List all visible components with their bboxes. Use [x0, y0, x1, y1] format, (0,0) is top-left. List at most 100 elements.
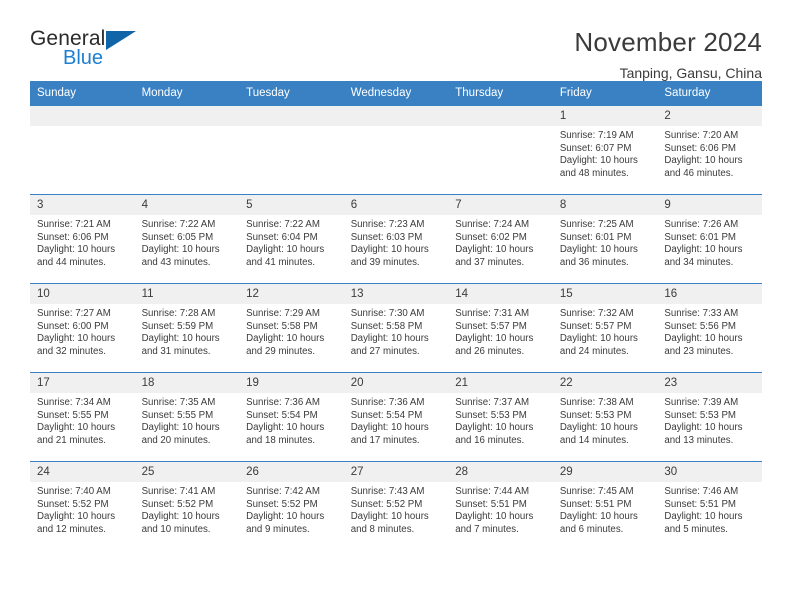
generalblue-logo[interactable]: General Blue	[30, 27, 148, 79]
calendar-day-cell[interactable]: 24 Sunrise: 7:40 AM Sunset: 5:52 PM Dayligh…	[30, 461, 135, 556]
day-number: 23	[657, 373, 762, 393]
calendar-day-cell[interactable]: 10 Sunrise: 7:27 AM Sunset: 6:00 PM Dayligh…	[30, 283, 135, 373]
day-number: 14	[448, 284, 553, 304]
page-title: November 2024	[574, 27, 762, 57]
day-cell-inner: 2 Sunrise: 7:20 AM Sunset: 6:06 PM Daylight…	[657, 106, 762, 194]
day-number: 8	[552, 195, 658, 215]
daylight-text: Daylight: 10 hours and 31 minutes.	[141, 333, 220, 357]
daylight-text: Daylight: 10 hours and 13 minutes.	[664, 422, 743, 446]
sun-times: Sunrise: 7:37 AM Sunset: 5:53 PM Daylight:…	[448, 393, 553, 447]
sunset-text: Sunset: 6:00 PM	[37, 320, 109, 332]
sun-times: Sunrise: 7:40 AM Sunset: 5:52 PM Daylight:…	[30, 482, 135, 536]
day-cell-inner: 17 Sunrise: 7:34 AM Sunset: 5:55 PM Dayligh…	[30, 373, 135, 461]
day-number: 25	[134, 462, 240, 482]
sun-times: Sunrise: 7:39 AM Sunset: 5:53 PM Daylight:…	[657, 393, 762, 447]
calendar-week-row: 1 Sunrise: 7:19 AM Sunset: 6:07 PM Daylight…	[30, 105, 762, 195]
calendar-day-cell[interactable]: 11 Sunrise: 7:28 AM Sunset: 5:59 PM Dayligh…	[134, 283, 240, 373]
calendar-day-cell[interactable]: 20 Sunrise: 7:36 AM Sunset: 5:54 PM Dayligh…	[343, 372, 449, 462]
daylight-text: Daylight: 10 hours and 46 minutes.	[664, 155, 743, 179]
sunrise-text: Sunrise: 7:44 AM	[455, 486, 530, 497]
sunrise-text: Sunrise: 7:20 AM	[664, 130, 739, 141]
calendar-day-cell[interactable]: 29 Sunrise: 7:45 AM Sunset: 5:51 PM Dayligh…	[552, 461, 658, 556]
calendar-day-cell[interactable]: 6 Sunrise: 7:23 AM Sunset: 6:03 PM Daylight…	[343, 194, 449, 284]
weekday-header-saturday: Saturday	[657, 81, 762, 106]
day-cell-inner: 22 Sunrise: 7:38 AM Sunset: 5:53 PM Dayligh…	[552, 373, 658, 461]
calendar-day-cell[interactable]: 12 Sunrise: 7:29 AM Sunset: 5:58 PM Dayligh…	[239, 283, 344, 373]
day-cell-inner	[343, 106, 449, 194]
calendar-day-cell[interactable]: 13 Sunrise: 7:30 AM Sunset: 5:58 PM Dayligh…	[343, 283, 449, 373]
sunset-text: Sunset: 5:58 PM	[246, 320, 318, 332]
sun-times: Sunrise: 7:41 AM Sunset: 5:52 PM Daylight:…	[135, 482, 240, 536]
sun-times: Sunrise: 7:42 AM Sunset: 5:52 PM Daylight:…	[239, 482, 344, 536]
day-cell-inner: 21 Sunrise: 7:37 AM Sunset: 5:53 PM Dayligh…	[448, 373, 553, 461]
logo-text-blue: Blue	[63, 47, 104, 69]
calendar-day-cell[interactable]: 22 Sunrise: 7:38 AM Sunset: 5:53 PM Dayligh…	[552, 372, 658, 462]
day-number: 9	[657, 195, 762, 215]
calendar-day-cell[interactable]: 2 Sunrise: 7:20 AM Sunset: 6:06 PM Daylight…	[657, 105, 762, 195]
sun-times: Sunrise: 7:30 AM Sunset: 5:58 PM Daylight:…	[344, 304, 449, 358]
sunset-text: Sunset: 5:52 PM	[37, 498, 109, 510]
calendar-page: General Blue November 2024 Tanping, Gans…	[0, 0, 792, 612]
sun-times: Sunrise: 7:19 AM Sunset: 6:07 PM Daylight:…	[553, 126, 658, 180]
calendar-day-cell[interactable]: 16 Sunrise: 7:33 AM Sunset: 5:56 PM Dayligh…	[657, 283, 762, 373]
sun-times: Sunrise: 7:21 AM Sunset: 6:06 PM Daylight:…	[30, 215, 135, 269]
day-number: 28	[448, 462, 553, 482]
daylight-text: Daylight: 10 hours and 18 minutes.	[246, 422, 325, 446]
calendar-day-cell[interactable]: 3 Sunrise: 7:21 AM Sunset: 6:06 PM Daylight…	[30, 194, 135, 284]
calendar-day-cell[interactable]: 23 Sunrise: 7:39 AM Sunset: 5:53 PM Dayligh…	[657, 372, 762, 462]
day-number: 3	[30, 195, 135, 215]
calendar-day-cell[interactable]: 9 Sunrise: 7:26 AM Sunset: 6:01 PM Daylight…	[657, 194, 762, 284]
sunrise-text: Sunrise: 7:42 AM	[246, 486, 320, 497]
sunset-text: Sunset: 5:53 PM	[559, 409, 632, 421]
sunrise-text: Sunrise: 7:32 AM	[559, 308, 634, 319]
sunrise-text: Sunrise: 7:34 AM	[37, 397, 111, 408]
calendar-day-cell[interactable]: 5 Sunrise: 7:22 AM Sunset: 6:04 PM Daylight…	[239, 194, 344, 284]
sunset-text: Sunset: 5:54 PM	[350, 409, 423, 421]
calendar-day-cell[interactable]: 17 Sunrise: 7:34 AM Sunset: 5:55 PM Dayligh…	[30, 372, 135, 462]
daylight-text: Daylight: 10 hours and 32 minutes.	[37, 333, 116, 357]
calendar-day-cell[interactable]: 7 Sunrise: 7:24 AM Sunset: 6:02 PM Daylight…	[448, 194, 553, 284]
day-number	[343, 106, 449, 126]
day-cell-inner: 3 Sunrise: 7:21 AM Sunset: 6:06 PM Daylight…	[30, 195, 135, 283]
daylight-text: Daylight: 10 hours and 37 minutes.	[455, 244, 534, 268]
calendar-day-cell[interactable]: 19 Sunrise: 7:36 AM Sunset: 5:54 PM Dayligh…	[239, 372, 344, 462]
calendar-day-cell[interactable]: 15 Sunrise: 7:32 AM Sunset: 5:57 PM Dayligh…	[552, 283, 658, 373]
sunrise-text: Sunrise: 7:35 AM	[141, 397, 216, 408]
daylight-text: Daylight: 10 hours and 16 minutes.	[455, 422, 534, 446]
sun-times: Sunrise: 7:34 AM Sunset: 5:55 PM Daylight:…	[30, 393, 135, 447]
calendar-day-cell[interactable]: 8 Sunrise: 7:25 AM Sunset: 6:01 PM Daylight…	[552, 194, 658, 284]
calendar-day-cell[interactable]: 30 Sunrise: 7:46 AM Sunset: 5:51 PM Dayligh…	[657, 461, 762, 556]
calendar-day-cell[interactable]: 25 Sunrise: 7:41 AM Sunset: 5:52 PM Dayligh…	[134, 461, 240, 556]
sunrise-text: Sunrise: 7:43 AM	[350, 486, 425, 497]
daylight-text: Daylight: 10 hours and 39 minutes.	[350, 244, 429, 268]
daylight-text: Daylight: 10 hours and 10 minutes.	[141, 511, 220, 535]
day-number: 17	[30, 373, 135, 393]
calendar-day-cell[interactable]: 21 Sunrise: 7:37 AM Sunset: 5:53 PM Dayligh…	[448, 372, 553, 462]
day-cell-inner: 5 Sunrise: 7:22 AM Sunset: 6:04 PM Daylight…	[239, 195, 344, 283]
daylight-text: Daylight: 10 hours and 48 minutes.	[559, 155, 638, 179]
day-cell-inner: 13 Sunrise: 7:30 AM Sunset: 5:58 PM Dayligh…	[343, 284, 449, 372]
calendar-day-cell[interactable]: 28 Sunrise: 7:44 AM Sunset: 5:51 PM Dayligh…	[448, 461, 553, 556]
calendar-day-cell[interactable]: 26 Sunrise: 7:42 AM Sunset: 5:52 PM Dayligh…	[239, 461, 344, 556]
calendar-day-cell[interactable]: 1 Sunrise: 7:19 AM Sunset: 6:07 PM Daylight…	[552, 105, 658, 195]
calendar-day-cell[interactable]: 27 Sunrise: 7:43 AM Sunset: 5:52 PM Dayligh…	[343, 461, 449, 556]
sunset-text: Sunset: 5:57 PM	[455, 320, 527, 332]
sunset-text: Sunset: 5:53 PM	[455, 409, 527, 421]
daylight-text: Daylight: 10 hours and 36 minutes.	[559, 244, 638, 268]
calendar-day-cell[interactable]: 14 Sunrise: 7:31 AM Sunset: 5:57 PM Dayligh…	[448, 283, 553, 373]
sun-times: Sunrise: 7:36 AM Sunset: 5:54 PM Daylight:…	[239, 393, 344, 447]
day-number: 11	[134, 284, 240, 304]
daylight-text: Daylight: 10 hours and 27 minutes.	[350, 333, 429, 357]
daylight-text: Daylight: 10 hours and 7 minutes.	[455, 511, 534, 535]
weekday-header-tuesday: Tuesday	[239, 81, 344, 106]
sun-times: Sunrise: 7:46 AM Sunset: 5:51 PM Daylight:…	[657, 482, 762, 536]
sunrise-text: Sunrise: 7:38 AM	[559, 397, 634, 408]
calendar-day-cell[interactable]: 18 Sunrise: 7:35 AM Sunset: 5:55 PM Dayligh…	[134, 372, 240, 462]
calendar-day-cell[interactable]: 4 Sunrise: 7:22 AM Sunset: 6:05 PM Daylight…	[134, 194, 240, 284]
daylight-text: Daylight: 10 hours and 41 minutes.	[246, 244, 325, 268]
sunrise-text: Sunrise: 7:29 AM	[246, 308, 320, 319]
sunset-text: Sunset: 6:05 PM	[141, 231, 214, 243]
day-number: 13	[343, 284, 449, 304]
day-number: 21	[448, 373, 553, 393]
daylight-text: Daylight: 10 hours and 12 minutes.	[37, 511, 116, 535]
